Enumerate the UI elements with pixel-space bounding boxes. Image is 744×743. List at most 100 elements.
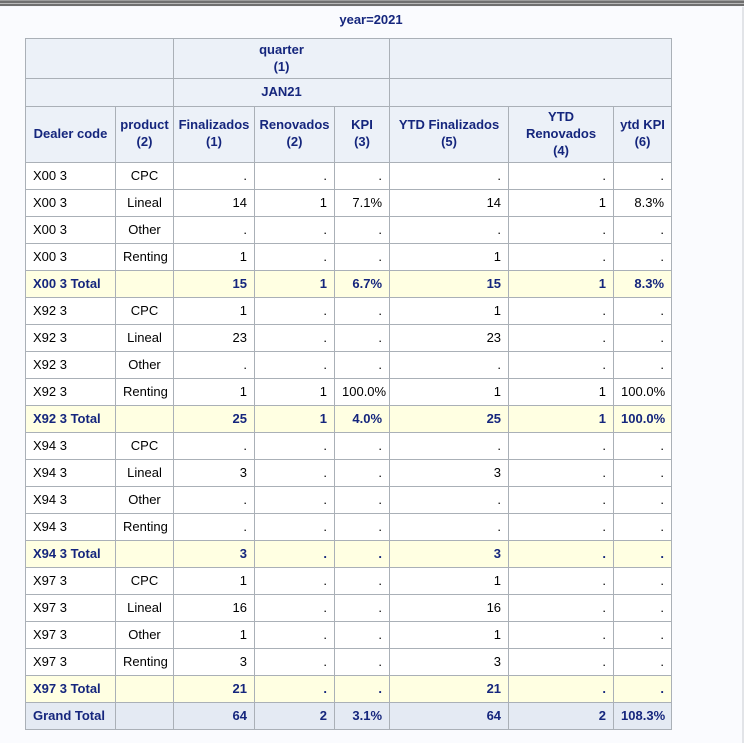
ytd-finalizados-cell: 21 (389, 674, 510, 703)
month-header: JAN21 (172, 78, 391, 107)
ytd-renovados-cell: . (508, 566, 615, 595)
finalizados-cell: . (173, 161, 255, 190)
product-cell: Lineal (115, 188, 174, 217)
ytd-renovados-cell: . (508, 593, 615, 622)
subtotal-row: X97 3 Total 21.. 21.. (25, 674, 673, 703)
kpi-cell: . (333, 431, 391, 460)
finalizados-cell: . (173, 431, 255, 460)
ytd-renovados-cell: . (508, 674, 615, 703)
renovados-cell: . (254, 566, 335, 595)
product-cell: Renting (115, 377, 174, 406)
ytd-finalizados-cell: 3 (389, 458, 510, 487)
finalizados-cell: . (173, 512, 255, 541)
renovados-cell: . (254, 593, 335, 622)
kpi-cell: . (333, 647, 391, 676)
ytd-kpi-cell: . (613, 458, 673, 487)
ytd-finalizados-cell: 3 (389, 647, 510, 676)
table-row: X97 3 Lineal 16.. 16.. (25, 593, 673, 622)
ytd-renovados-cell: . (508, 242, 615, 271)
kpi-cell: . (333, 296, 391, 325)
table-row: X00 3 Renting 1.. 1.. (25, 242, 673, 271)
dealer-code-cell: X97 3 Total (25, 674, 116, 703)
kpi-cell: . (333, 350, 391, 379)
ytd-finalizados-cell: . (389, 512, 510, 541)
ytd-kpi-cell: . (613, 485, 673, 514)
renovados-cell: 2 (254, 701, 335, 730)
finalizados-cell: 25 (173, 404, 255, 433)
finalizados-cell: 1 (173, 620, 255, 649)
empty-header-cell (389, 78, 673, 107)
kpi-cell: . (333, 674, 391, 703)
ytd-kpi-cell: 8.3% (613, 269, 673, 298)
kpi-cell: . (333, 593, 391, 622)
subtotal-row: X92 3 Total 25 1 4.0% 25 1 100.0% (25, 404, 673, 433)
dealer-code-cell: X94 3 Total (25, 539, 116, 568)
ytd-renovados-cell: . (508, 350, 615, 379)
column-header-ytd-finalizados: YTD Finalizados (5) (389, 106, 510, 163)
product-cell: Lineal (115, 593, 174, 622)
renovados-cell: 1 (254, 188, 335, 217)
dealer-code-cell: X92 3 (25, 377, 116, 406)
dealer-code-cell: X00 3 (25, 188, 116, 217)
finalizados-cell: 3 (173, 539, 255, 568)
ytd-kpi-cell: . (613, 647, 673, 676)
renovados-cell: . (254, 458, 335, 487)
dealer-code-cell: X00 3 (25, 215, 116, 244)
ytd-kpi-cell: . (613, 296, 673, 325)
ytd-kpi-cell: 100.0% (613, 404, 673, 433)
ytd-renovados-cell: . (508, 485, 615, 514)
ytd-renovados-cell: . (508, 620, 615, 649)
dealer-code-cell: X94 3 (25, 485, 116, 514)
ytd-kpi-cell: . (613, 593, 673, 622)
kpi-cell: 6.7% (333, 269, 391, 298)
finalizados-cell: 64 (173, 701, 255, 730)
renovados-cell: . (254, 323, 335, 352)
quarter-group-header: quarter (1) (172, 38, 391, 79)
ytd-finalizados-cell: 3 (389, 539, 510, 568)
subtotal-row: X00 3 Total 15 1 6.7% 15 1 8.3% (25, 269, 673, 298)
product-cell: CPC (115, 296, 174, 325)
ytd-finalizados-cell: 1 (389, 296, 510, 325)
kpi-cell: . (333, 620, 391, 649)
table-row: X00 3 Other...... (25, 215, 673, 244)
column-header-ytd-kpi: ytd KPI (6) (613, 106, 673, 163)
ytd-renovados-cell: 1 (508, 377, 615, 406)
ytd-renovados-cell: 1 (508, 188, 615, 217)
table-row: X94 3 CPC...... (25, 431, 673, 460)
renovados-cell: . (254, 485, 335, 514)
product-cell: CPC (115, 431, 174, 460)
column-header-finalizados: Finalizados (1) (173, 106, 255, 163)
ytd-finalizados-cell: 1 (389, 620, 510, 649)
ytd-finalizados-cell: . (389, 485, 510, 514)
finalizados-cell: 21 (173, 674, 255, 703)
kpi-cell: 4.0% (333, 404, 391, 433)
ytd-finalizados-cell: 1 (389, 377, 510, 406)
page-title: year=2021 (339, 12, 403, 27)
product-cell: CPC (115, 161, 174, 190)
dealer-code-cell: X92 3 (25, 323, 116, 352)
report-table: quarter (1) JAN21 Dealer code product (2… (25, 38, 673, 730)
ytd-renovados-cell: 2 (508, 701, 615, 730)
ytd-kpi-cell: . (613, 431, 673, 460)
ytd-renovados-cell: . (508, 458, 615, 487)
dealer-code-cell: X00 3 (25, 242, 116, 271)
kpi-cell: . (333, 215, 391, 244)
ytd-finalizados-cell: . (389, 431, 510, 460)
table-row: X94 3 Other...... (25, 485, 673, 514)
ytd-renovados-cell: . (508, 296, 615, 325)
dealer-code-cell: X97 3 (25, 620, 116, 649)
dealer-code-cell: X97 3 (25, 566, 116, 595)
ytd-renovados-cell: . (508, 539, 615, 568)
kpi-cell: 100.0% (333, 377, 391, 406)
ytd-finalizados-cell: 25 (389, 404, 510, 433)
renovados-cell: 1 (254, 377, 335, 406)
ytd-kpi-cell: 108.3% (613, 701, 673, 730)
table-row: X92 3 Lineal 23.. 23.. (25, 323, 673, 352)
kpi-cell: . (333, 161, 391, 190)
product-cell: Renting (115, 242, 174, 271)
kpi-cell: . (333, 512, 391, 541)
renovados-cell: . (254, 674, 335, 703)
finalizados-cell: 16 (173, 593, 255, 622)
renovados-cell: . (254, 620, 335, 649)
kpi-cell: . (333, 485, 391, 514)
